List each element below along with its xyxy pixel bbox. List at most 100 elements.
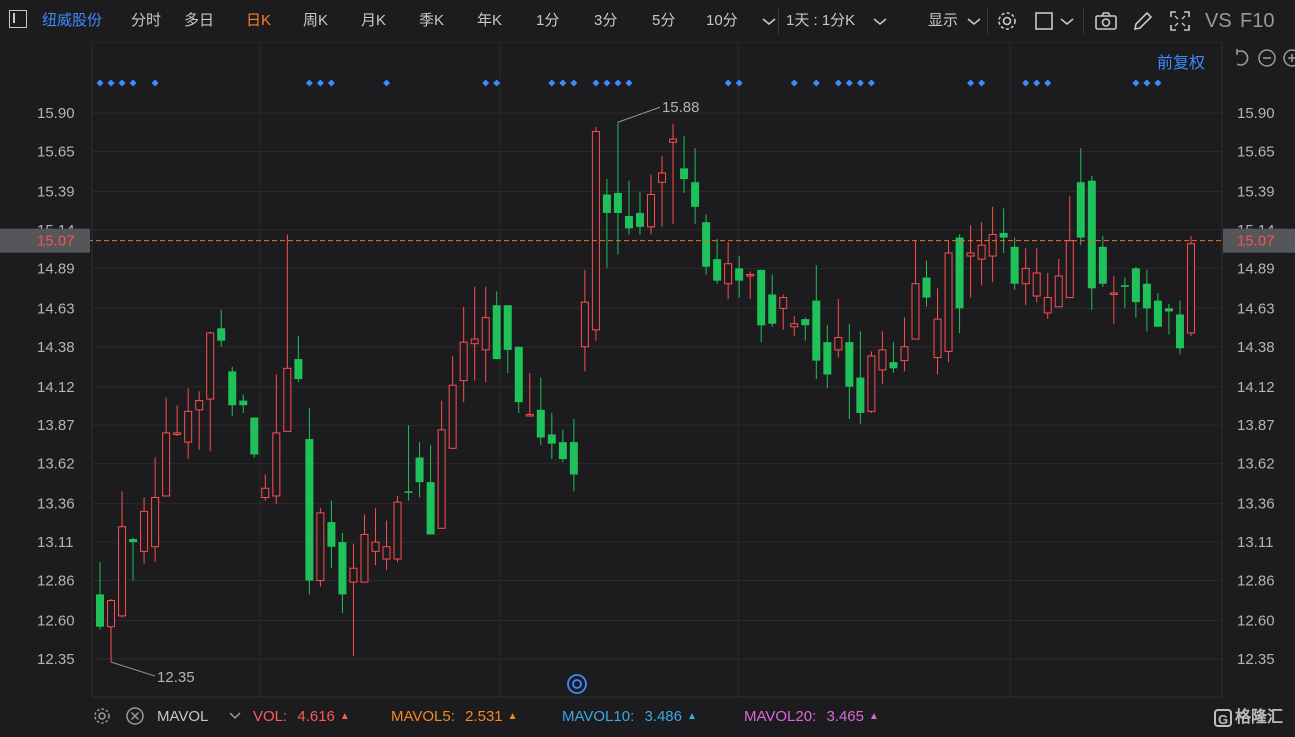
candle-body-up [1032, 272, 1041, 297]
event-marker-icon [724, 79, 732, 87]
candle-body-down [635, 212, 644, 227]
current-price-tag-left: 15.07 [37, 233, 75, 250]
indicator-name[interactable]: MAVOL [157, 707, 208, 727]
candle [327, 500, 336, 569]
period-tab-1min[interactable]: 1分 [536, 10, 559, 32]
candle [1186, 236, 1195, 337]
price-tick-right: 15.65 [1237, 143, 1275, 160]
candle-body-up [1186, 243, 1195, 334]
event-marker-icon [107, 79, 115, 87]
stock-name[interactable]: 纽威股份 [42, 10, 102, 32]
candle [1032, 248, 1041, 303]
candle [118, 491, 127, 618]
candle [1076, 148, 1085, 246]
vs-compare-button[interactable]: VS [1205, 10, 1232, 32]
candle-body-up [591, 130, 600, 331]
candle-body-up [790, 323, 799, 328]
candle [635, 191, 644, 235]
indicator-close-icon[interactable] [125, 706, 145, 726]
candle [536, 377, 545, 446]
period-tab-duori[interactable]: 多日 [184, 10, 214, 32]
candle [1010, 237, 1019, 290]
vol-label: VOL: [253, 708, 288, 725]
event-marker-icon [151, 79, 159, 87]
candle-body-down [1076, 182, 1085, 238]
period-tab-month-k[interactable]: 月K [361, 10, 386, 32]
candle-body-down [801, 319, 810, 326]
candle-body-up [988, 234, 997, 257]
candle [151, 457, 160, 563]
event-marker-icon [978, 79, 986, 87]
period-tab-quarter-k[interactable]: 季K [419, 10, 444, 32]
period-tab-10min[interactable]: 10分 [706, 10, 738, 32]
candle-body-up [1021, 267, 1030, 285]
indicator-chevron-icon[interactable] [225, 705, 245, 725]
candle-body-down [503, 305, 512, 350]
event-marker-icon [383, 79, 391, 87]
candle-body-up [724, 263, 733, 285]
candle-body-up [272, 432, 281, 497]
logo-text: 格隆汇 [1235, 709, 1284, 726]
candles [96, 122, 1195, 663]
candle-body-down [602, 194, 611, 213]
period-tab-week-k[interactable]: 周K [303, 10, 328, 32]
candle [294, 336, 303, 383]
candle-body-up [382, 546, 391, 560]
toolbar-divider [1083, 8, 1084, 34]
indicator-settings-gear-icon[interactable] [92, 706, 112, 726]
candle-body-up [1065, 240, 1074, 299]
event-marker-icon [482, 79, 490, 87]
candle [1021, 248, 1030, 306]
candle [801, 317, 810, 341]
candle-body-down [613, 192, 622, 213]
candle [977, 222, 986, 286]
gear-icon[interactable] [995, 9, 1019, 33]
candle-body-down [547, 434, 556, 444]
layout-chevron-icon[interactable] [1055, 9, 1079, 33]
candle [250, 417, 259, 458]
camera-icon[interactable] [1094, 9, 1118, 33]
candle [999, 208, 1008, 253]
sidebar-toggle-icon[interactable] [9, 10, 27, 28]
display-menu[interactable]: 显示 [928, 10, 958, 32]
f10-button[interactable]: F10 [1240, 10, 1274, 32]
logo-glyph: G [1214, 708, 1232, 727]
price-axis-left: 15.9015.6515.3915.1414.8914.6314.3814.12… [37, 105, 75, 668]
candle-body-up [195, 400, 204, 411]
candle [217, 309, 226, 347]
candle-body-down [1164, 308, 1173, 312]
candle-body-up [966, 252, 975, 257]
interval-chevron-icon[interactable] [868, 9, 892, 33]
period-tab-5min[interactable]: 5分 [652, 10, 675, 32]
mavol10-readout: MAVOL10: 3.486 ▲ [562, 707, 697, 727]
candle [569, 419, 578, 492]
period-tab-day-k[interactable]: 日K [246, 10, 271, 32]
candle [580, 269, 589, 372]
price-tick-left: 15.65 [37, 143, 75, 160]
candle [746, 271, 755, 300]
candle-body-up [261, 487, 270, 499]
vol-value: 4.616 [297, 708, 335, 725]
candle-body-down [129, 539, 138, 543]
brand-logo: G 格隆汇 [1214, 707, 1283, 729]
candle-body-up [1109, 292, 1118, 295]
candle-body-up [580, 301, 589, 348]
candlestick-chart[interactable]: 15.9015.6515.3915.1414.8914.6314.3814.12… [0, 42, 1295, 700]
candle-body-down [856, 377, 865, 413]
candle-body-down [691, 182, 700, 207]
candle [514, 346, 523, 413]
period-tab-fenshi[interactable]: 分时 [131, 10, 161, 32]
interval-select[interactable]: 1天 : 1分K [786, 10, 855, 32]
candle-body-up [933, 318, 942, 359]
center-target-icon[interactable] [567, 674, 587, 694]
pencil-icon[interactable] [1131, 9, 1155, 33]
fullscreen-icon[interactable] [1168, 9, 1192, 33]
event-marker-icon [603, 79, 611, 87]
period-tab-3min[interactable]: 3分 [594, 10, 617, 32]
layout-box-icon[interactable] [1033, 9, 1057, 33]
display-chevron-icon[interactable] [962, 9, 986, 33]
price-tick-left: 12.86 [37, 573, 75, 590]
candle [558, 429, 567, 463]
period-tab-year-k[interactable]: 年K [477, 10, 502, 32]
price-tick-right: 15.39 [1237, 183, 1275, 200]
